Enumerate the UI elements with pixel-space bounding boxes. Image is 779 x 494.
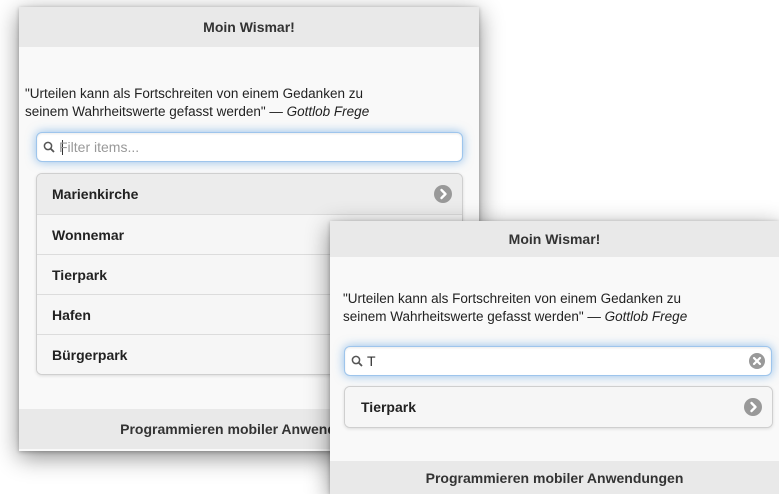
list-item-label: Hafen [52,307,91,323]
quote-line-2: seinem Wahrheitswerte gefasst werden" — [25,104,287,119]
app-screen-filtered: Moin Wismar! "Urteilen kann als Fortschr… [330,221,779,494]
list-item[interactable]: Marienkirche [37,174,462,214]
page-title: Moin Wismar! [203,19,295,35]
quote-text: "Urteilen kann als Fortschreiten von ein… [343,290,779,326]
list-item-label: Bürgerpark [52,347,128,363]
quote-text: "Urteilen kann als Fortschreiten von ein… [25,85,479,121]
list-item-label: Tierpark [361,399,416,415]
search-icon [43,141,55,153]
filter-input[interactable] [59,133,434,161]
page-header: Moin Wismar! [330,221,779,257]
filter-input[interactable] [367,347,743,375]
page-header: Moin Wismar! [19,7,479,47]
page-title: Moin Wismar! [508,231,601,247]
clear-icon[interactable] [749,353,765,369]
filter-search-box[interactable] [36,132,463,162]
quote-line-2: seinem Wahrheitswerte gefasst werden" — [343,309,605,324]
footer-text: Programmieren mobiler Anwendungen [425,470,684,486]
chevron-right-icon [434,185,452,203]
search-icon [351,355,363,367]
list-item-label: Wonnemar [52,227,125,243]
list-item-label: Marienkirche [52,186,139,202]
page-footer: Programmieren mobiler Anwendungen [330,461,779,494]
item-list: Tierpark [344,386,773,428]
quote-author: Gottlob Frege [286,104,370,119]
quote-line-1: "Urteilen kann als Fortschreiten von ein… [25,86,363,101]
filter-search-box[interactable] [344,346,772,376]
quote-line-1: "Urteilen kann als Fortschreiten von ein… [343,291,681,306]
quote-author: Gottlob Frege [604,309,688,324]
chevron-right-icon [744,398,762,416]
list-item-label: Tierpark [52,267,107,283]
list-item[interactable]: Tierpark [345,387,772,427]
